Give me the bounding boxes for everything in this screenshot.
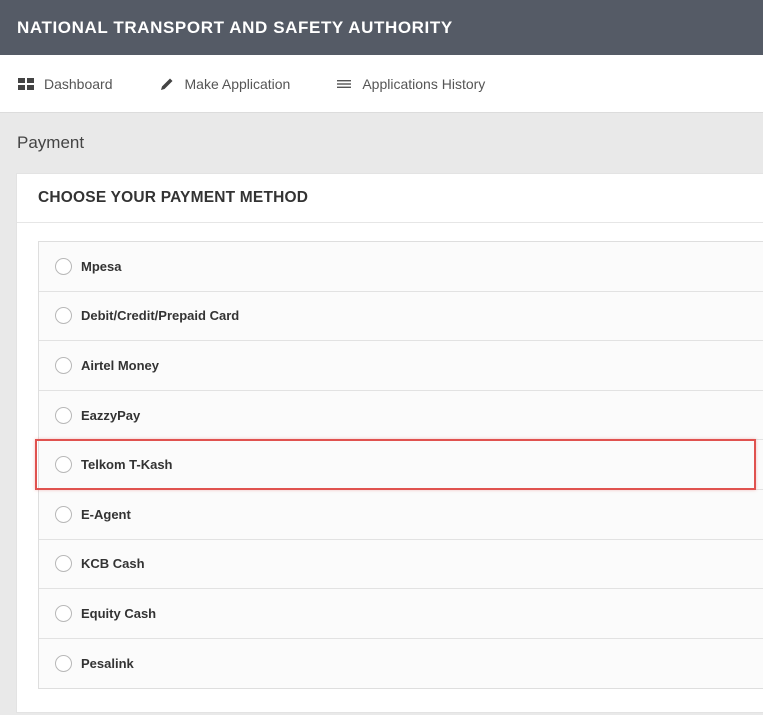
payment-option-label: Debit/Credit/Prepaid Card — [81, 308, 240, 324]
nav-dashboard[interactable]: Dashboard — [17, 76, 113, 92]
payment-option-telkom-tkash[interactable]: Telkom T-Kash — [39, 440, 763, 490]
payment-option-label: Equity Cash — [81, 605, 157, 621]
payment-option-label: EazzyPay — [81, 407, 141, 423]
payment-options-list: Mpesa Debit/Credit/Prepaid Card Airtel M… — [38, 241, 763, 690]
radio-button[interactable] — [55, 406, 72, 424]
list-icon — [335, 77, 353, 91]
payment-option-equity-cash[interactable]: Equity Cash — [39, 589, 763, 639]
payment-option-label: KCB Cash — [81, 556, 145, 572]
payment-option-label: Pesalink — [81, 656, 134, 672]
nav-make-application-label: Make Application — [184, 75, 291, 92]
payment-option-pesalink[interactable]: Pesalink — [39, 639, 763, 689]
payment-option-mpesa[interactable]: Mpesa — [39, 242, 763, 292]
payment-option-card[interactable]: Debit/Credit/Prepaid Card — [39, 292, 763, 342]
radio-button[interactable] — [55, 505, 72, 523]
radio-button[interactable] — [55, 655, 72, 673]
payment-option-label: Airtel Money — [81, 357, 160, 373]
nav-make-application[interactable]: Make Application — [158, 75, 291, 92]
nav-applications-history-label: Applications History — [362, 75, 486, 92]
radio-button[interactable] — [55, 356, 72, 374]
radio-button[interactable] — [55, 555, 72, 573]
nav-dashboard-label: Dashboard — [44, 75, 113, 92]
dashboard-grid-icon — [17, 77, 35, 91]
nav-applications-history[interactable]: Applications History — [335, 76, 485, 92]
radio-button[interactable] — [55, 604, 72, 622]
payment-option-label: Telkom T-Kash — [81, 457, 173, 473]
payment-option-eazzypay[interactable]: EazzyPay — [39, 391, 763, 441]
payment-method-heading: CHOOSE YOUR PAYMENT METHOD — [17, 174, 763, 223]
page-title: Payment — [17, 133, 85, 152]
payment-option-e-agent[interactable]: E-Agent — [39, 490, 763, 540]
payment-option-airtel-money[interactable]: Airtel Money — [39, 341, 763, 391]
pencil-icon — [158, 77, 176, 91]
radio-button[interactable] — [55, 307, 72, 325]
main-nav: Dashboard Make Application Applications … — [0, 55, 763, 113]
top-header-bar: NATIONAL TRANSPORT AND SAFETY AUTHORITY — [0, 0, 763, 55]
radio-button[interactable] — [55, 456, 72, 474]
payment-method-card: CHOOSE YOUR PAYMENT METHOD Mpesa Debit/C… — [16, 173, 763, 713]
payment-option-kcb-cash[interactable]: KCB Cash — [39, 540, 763, 590]
payment-option-label: Mpesa — [81, 258, 122, 274]
radio-button[interactable] — [55, 257, 72, 275]
app-title: NATIONAL TRANSPORT AND SAFETY AUTHORITY — [17, 17, 453, 37]
payment-option-label: E-Agent — [81, 506, 131, 522]
